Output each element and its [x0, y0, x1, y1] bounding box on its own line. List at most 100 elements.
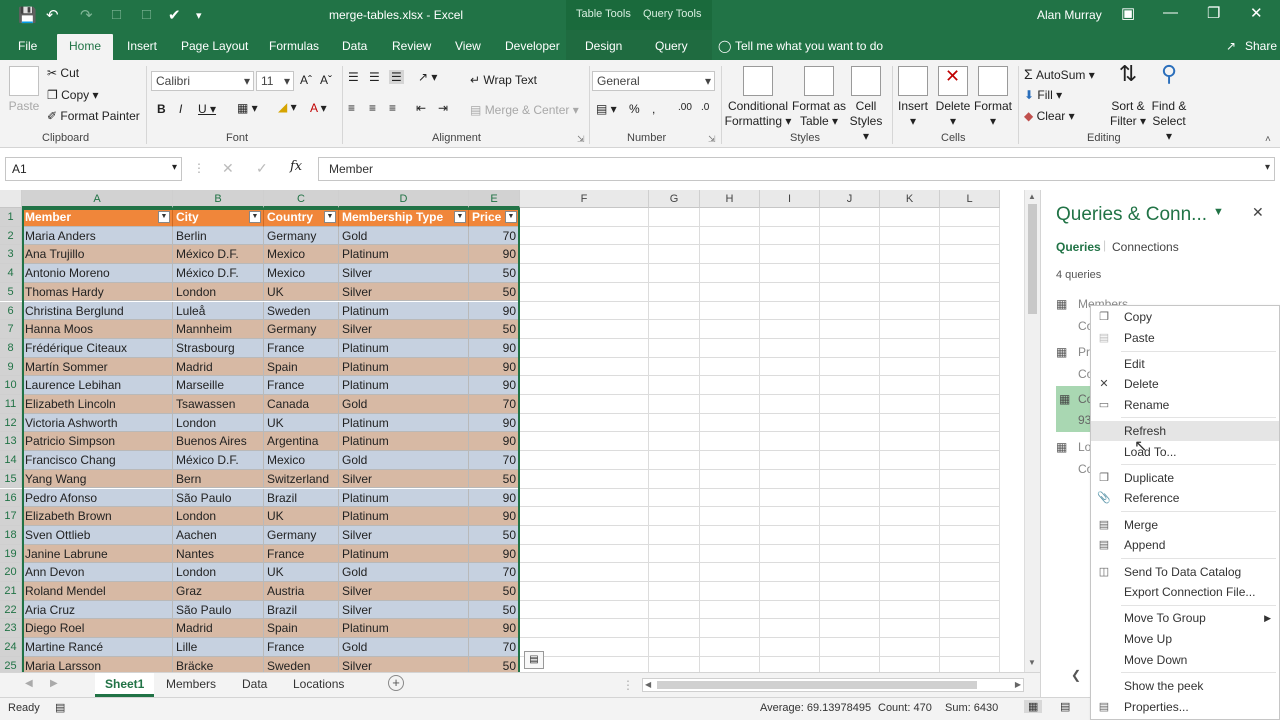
- tab-data[interactable]: Data: [342, 39, 367, 53]
- filter-dropdown-icon[interactable]: ▼: [324, 211, 336, 223]
- column-header[interactable]: L: [940, 190, 1000, 208]
- menu-reference[interactable]: 📎 Reference: [1091, 488, 1279, 508]
- tell-me-input[interactable]: Tell me what you want to do: [735, 39, 883, 53]
- format-as-table-button[interactable]: Format as Table ▾: [792, 66, 846, 129]
- table-cell[interactable]: Diego Roel: [22, 619, 173, 639]
- table-cell[interactable]: 90: [469, 507, 520, 526]
- table-cell[interactable]: Spain: [264, 619, 339, 639]
- restore-icon[interactable]: ❐: [1207, 4, 1220, 22]
- table-cell[interactable]: Mexico: [264, 451, 339, 470]
- menu-append[interactable]: ▤ Append: [1091, 535, 1279, 555]
- new-icon[interactable]: □: [112, 6, 121, 23]
- menu-export-connection[interactable]: Export Connection File...: [1091, 582, 1279, 602]
- table-cell[interactable]: Aria Cruz: [22, 600, 173, 620]
- table-cell[interactable]: 70: [469, 395, 520, 414]
- increase-font-icon[interactable]: Aˆ: [300, 73, 312, 87]
- table-cell[interactable]: Roland Mendel: [22, 582, 173, 601]
- align-bottom-icon[interactable]: ☰: [389, 70, 404, 84]
- table-cell[interactable]: Platinum: [339, 544, 469, 564]
- row-header[interactable]: 23: [0, 619, 22, 639]
- table-cell[interactable]: Germany: [264, 320, 339, 339]
- tab-developer[interactable]: Developer: [505, 39, 560, 53]
- delete-cells-button[interactable]: ✕ Delete ▾: [934, 66, 972, 129]
- row-header[interactable]: 19: [0, 544, 22, 564]
- scroll-thumb[interactable]: [1028, 204, 1037, 314]
- column-header[interactable]: C: [264, 190, 339, 208]
- table-cell[interactable]: 50: [469, 600, 520, 620]
- open-icon[interactable]: □: [142, 6, 151, 23]
- minimize-icon[interactable]: —: [1163, 4, 1178, 21]
- table-cell[interactable]: 70: [469, 563, 520, 582]
- sheet-tab-data[interactable]: Data: [232, 673, 277, 697]
- tab-connections[interactable]: Connections: [1112, 240, 1179, 254]
- row-header[interactable]: 8: [0, 338, 22, 358]
- menu-properties[interactable]: ▤ Properties...: [1091, 697, 1279, 717]
- table-cell[interactable]: Antonio Moreno: [22, 264, 173, 283]
- table-cell[interactable]: Silver: [339, 320, 469, 339]
- decrease-decimal-icon[interactable]: .0: [701, 102, 709, 113]
- menu-move-down[interactable]: Move Down: [1091, 650, 1279, 670]
- table-cell[interactable]: Aachen: [173, 525, 264, 545]
- table-cell[interactable]: Gold: [339, 395, 469, 414]
- table-cell[interactable]: 90: [469, 544, 520, 564]
- name-box[interactable]: A1 ▾: [5, 157, 182, 181]
- table-cell[interactable]: Martine Rancé: [22, 638, 173, 657]
- table-cell[interactable]: Platinum: [339, 301, 469, 321]
- comma-icon[interactable]: ,: [652, 102, 655, 116]
- clear-button[interactable]: ◆ Clear ▾: [1024, 109, 1075, 123]
- table-cell[interactable]: 90: [469, 488, 520, 508]
- table-cell[interactable]: 50: [469, 656, 520, 672]
- table-cell[interactable]: Austria: [264, 582, 339, 601]
- row-header[interactable]: 12: [0, 413, 22, 433]
- ribbon-display-icon[interactable]: ▣: [1121, 4, 1135, 22]
- table-cell[interactable]: 90: [469, 357, 520, 377]
- table-cell[interactable]: London: [173, 413, 264, 433]
- tab-queries[interactable]: Queries: [1056, 240, 1101, 254]
- table-cell[interactable]: Canada: [264, 395, 339, 414]
- table-cell[interactable]: 90: [469, 619, 520, 639]
- row-header[interactable]: 16: [0, 488, 22, 508]
- filter-dropdown-icon[interactable]: ▼: [158, 211, 170, 223]
- align-middle-icon[interactable]: ☰: [369, 70, 380, 84]
- column-header[interactable]: K: [880, 190, 940, 208]
- font-color-icon[interactable]: A ▾: [310, 101, 327, 115]
- table-cell[interactable]: Argentina: [264, 432, 339, 452]
- tab-insert[interactable]: Insert: [127, 39, 157, 53]
- table-cell[interactable]: 70: [469, 451, 520, 470]
- menu-copy[interactable]: ❐ Copy: [1091, 307, 1279, 327]
- redo-icon[interactable]: ↷: [80, 6, 93, 24]
- pane-close-icon[interactable]: ✕: [1252, 204, 1264, 221]
- table-cell[interactable]: Silver: [339, 264, 469, 283]
- scroll-right-icon[interactable]: ▶: [1015, 680, 1021, 689]
- column-header[interactable]: F: [520, 190, 649, 208]
- table-cell[interactable]: Mexico: [264, 264, 339, 283]
- bold-button[interactable]: B: [157, 102, 166, 116]
- cut-button[interactable]: ✂ Cut: [47, 66, 79, 80]
- add-sheet-icon[interactable]: +: [388, 675, 404, 691]
- row-header[interactable]: 14: [0, 451, 22, 470]
- menu-rename[interactable]: ▭ Rename: [1091, 395, 1279, 415]
- cancel-entry-icon[interactable]: ✕: [222, 160, 234, 177]
- menu-paste[interactable]: ▤ Paste: [1091, 328, 1279, 348]
- table-cell[interactable]: Platinum: [339, 245, 469, 265]
- vertical-scrollbar[interactable]: ▲ ▼: [1024, 190, 1040, 672]
- table-header-cell[interactable]: Member ▼: [22, 208, 173, 227]
- macro-record-icon[interactable]: ▤: [55, 701, 65, 714]
- cell-styles-button[interactable]: Cell Styles ▾: [846, 66, 886, 144]
- table-cell[interactable]: 70: [469, 638, 520, 657]
- brush-icon[interactable]: ✔: [168, 6, 181, 24]
- table-cell[interactable]: Tsawassen: [173, 395, 264, 414]
- table-cell[interactable]: France: [264, 338, 339, 358]
- tab-file[interactable]: File: [18, 39, 37, 53]
- font-size-select[interactable]: 11 ▾: [256, 71, 294, 91]
- find-select-button[interactable]: ⚲ Find & Select ▾: [1148, 63, 1190, 144]
- table-cell[interactable]: UK: [264, 507, 339, 526]
- column-header[interactable]: G: [649, 190, 700, 208]
- row-header[interactable]: 13: [0, 432, 22, 452]
- table-cell[interactable]: Gold: [339, 563, 469, 582]
- table-cell[interactable]: São Paulo: [173, 600, 264, 620]
- conditional-formatting-button[interactable]: Conditional Formatting ▾: [724, 66, 792, 129]
- table-cell[interactable]: Maria Anders: [22, 226, 173, 246]
- next-sheet-icon[interactable]: ▶: [50, 678, 58, 689]
- table-cell[interactable]: Sweden: [264, 301, 339, 321]
